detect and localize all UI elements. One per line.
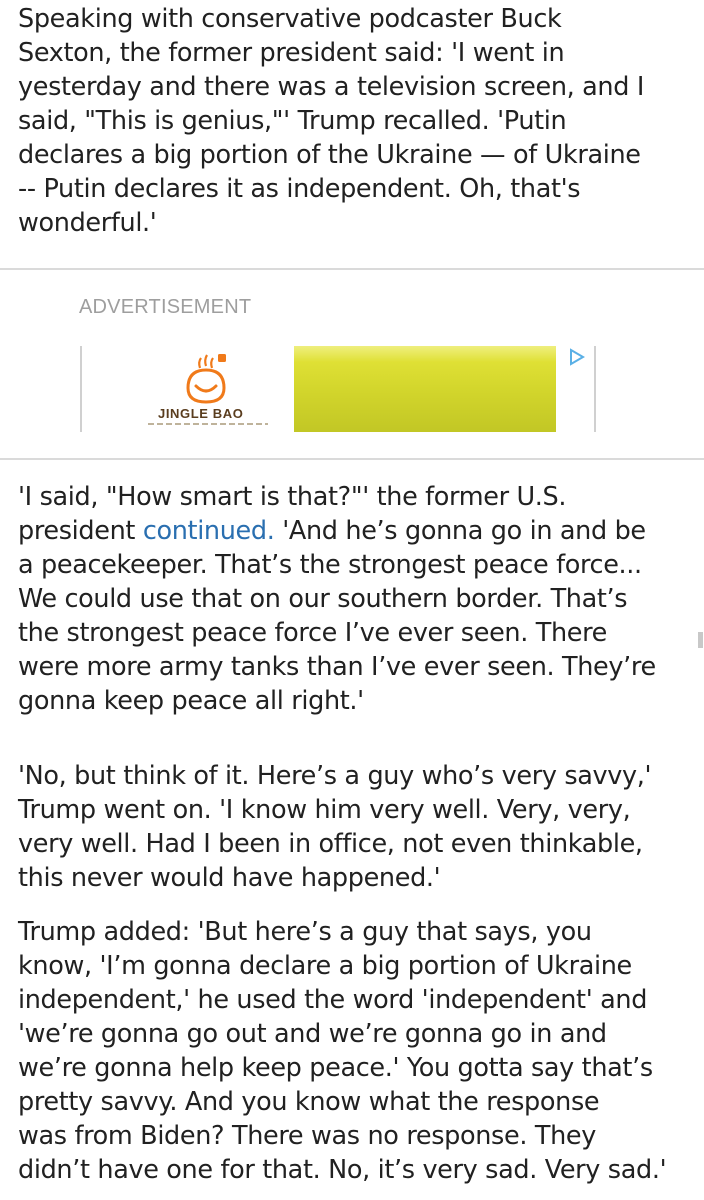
- scrollbar-thumb[interactable]: [698, 632, 703, 648]
- article-paragraph-4: Trump added: 'But here’s a guy that says…: [18, 917, 667, 1185]
- ad-brand-name: JINGLE BAO: [158, 406, 244, 421]
- ad-divider-bottom: [0, 458, 704, 460]
- ad-tagline-decoration: [148, 423, 268, 425]
- continued-link[interactable]: continued.: [143, 516, 275, 546]
- article-paragraph-1: Speaking with conservative podcaster Buc…: [18, 4, 645, 238]
- article-paragraph-3: 'No, but think of it. Here’s a guy who’s…: [18, 761, 652, 893]
- ad-divider-top: [0, 268, 704, 270]
- article-paragraph-2: 'I said, "How smart is that?"' the forme…: [18, 480, 698, 718]
- advertisement-label: ADVERTISEMENT: [79, 296, 252, 318]
- advertisement-banner[interactable]: JINGLE BAO: [80, 346, 596, 432]
- paragraph-2-end: 'And he’s gonna go in and be a peacekeep…: [18, 516, 656, 716]
- ad-product-image: [294, 346, 556, 432]
- ad-choices-play-icon[interactable]: [568, 348, 586, 366]
